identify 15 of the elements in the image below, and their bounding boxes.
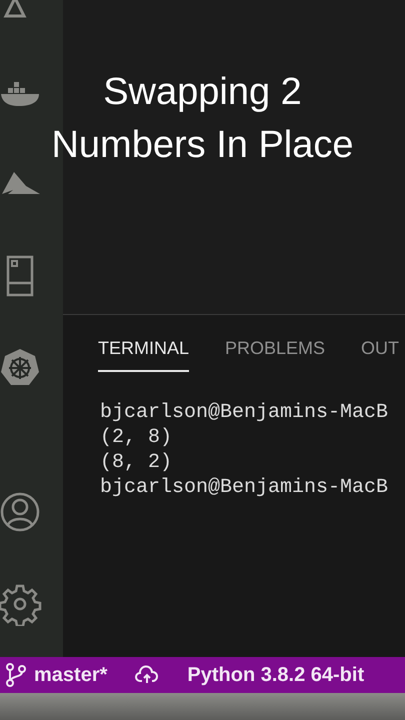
settings-icon[interactable] (0, 584, 42, 626)
caption-text: Swapping 2 (103, 70, 302, 115)
account-icon[interactable] (0, 492, 42, 534)
terminal-line: bjcarlson@Benjamins-MacB (100, 400, 388, 425)
caption-text: Numbers In Place (51, 123, 354, 168)
terminal-line: (8, 2) (100, 450, 172, 475)
python-interpreter[interactable]: Python 3.8.2 64-bit (187, 660, 364, 690)
panel-tab[interactable]: PROBLEMS (225, 335, 326, 372)
terminal-line: (2, 8) (100, 425, 172, 450)
cloud-upload-icon[interactable] (135, 665, 160, 685)
panel-tab[interactable]: TERMINAL (98, 335, 190, 372)
branch-icon (6, 663, 26, 687)
panel-tab[interactable]: OUT (361, 335, 400, 372)
terminal-line: bjcarlson@Benjamins-MacB (100, 475, 388, 500)
branch-name[interactable]: master* (34, 660, 108, 690)
